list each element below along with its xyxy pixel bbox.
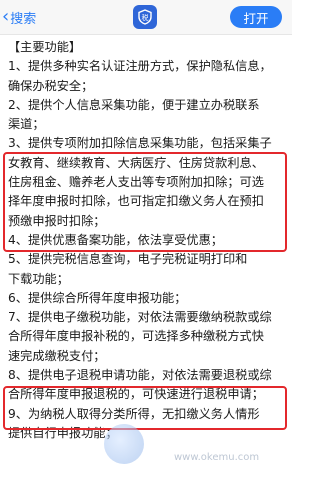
tax-app-icon: 税: [133, 5, 157, 29]
text-line: 合所得年度申报补税的，可选择多种缴税方式快: [8, 329, 264, 344]
back-label: 搜索: [10, 11, 37, 27]
watermark-url: www.okemu.com: [174, 452, 260, 463]
text-line: 下载功能；: [8, 271, 69, 286]
text-line: 渠道；: [8, 117, 45, 132]
svg-text:税: 税: [142, 13, 149, 22]
text-line: 确保办税安全；: [8, 78, 94, 93]
top-bar: ‹ 搜索 税 打开: [0, 0, 292, 35]
chevron-left-icon: ‹: [2, 6, 10, 27]
text-line: 3、提供专项附加扣除信息采集功能，包括采集子: [8, 136, 272, 151]
watermark-logo-icon: [104, 424, 144, 464]
text-line: 速完成缴税支付；: [8, 348, 106, 363]
watermark: www.okemu.com: [104, 418, 288, 470]
section-title: 【主要功能】: [8, 40, 82, 54]
text-line: 7、提供电子缴税功能，对依法需要缴纳税款或综: [8, 310, 272, 325]
text-line: 2、提供个人信息采集功能，便于建立办税联系: [8, 97, 260, 112]
text-line: 5、提供完税信息查询，电子完税证明打印和: [8, 252, 248, 267]
text-line: 6、提供综合所得年度申报功能；: [8, 290, 187, 305]
text-line: 8、提供电子退税申请功能，对依法需要退税或综: [8, 368, 272, 383]
open-button[interactable]: 打开: [230, 6, 282, 28]
text-line: 1、提供多种实名认证注册方式，保护隐私信息，: [8, 59, 272, 74]
back-button[interactable]: ‹ 搜索: [2, 7, 36, 27]
highlight-box-item-3: [3, 152, 287, 252]
